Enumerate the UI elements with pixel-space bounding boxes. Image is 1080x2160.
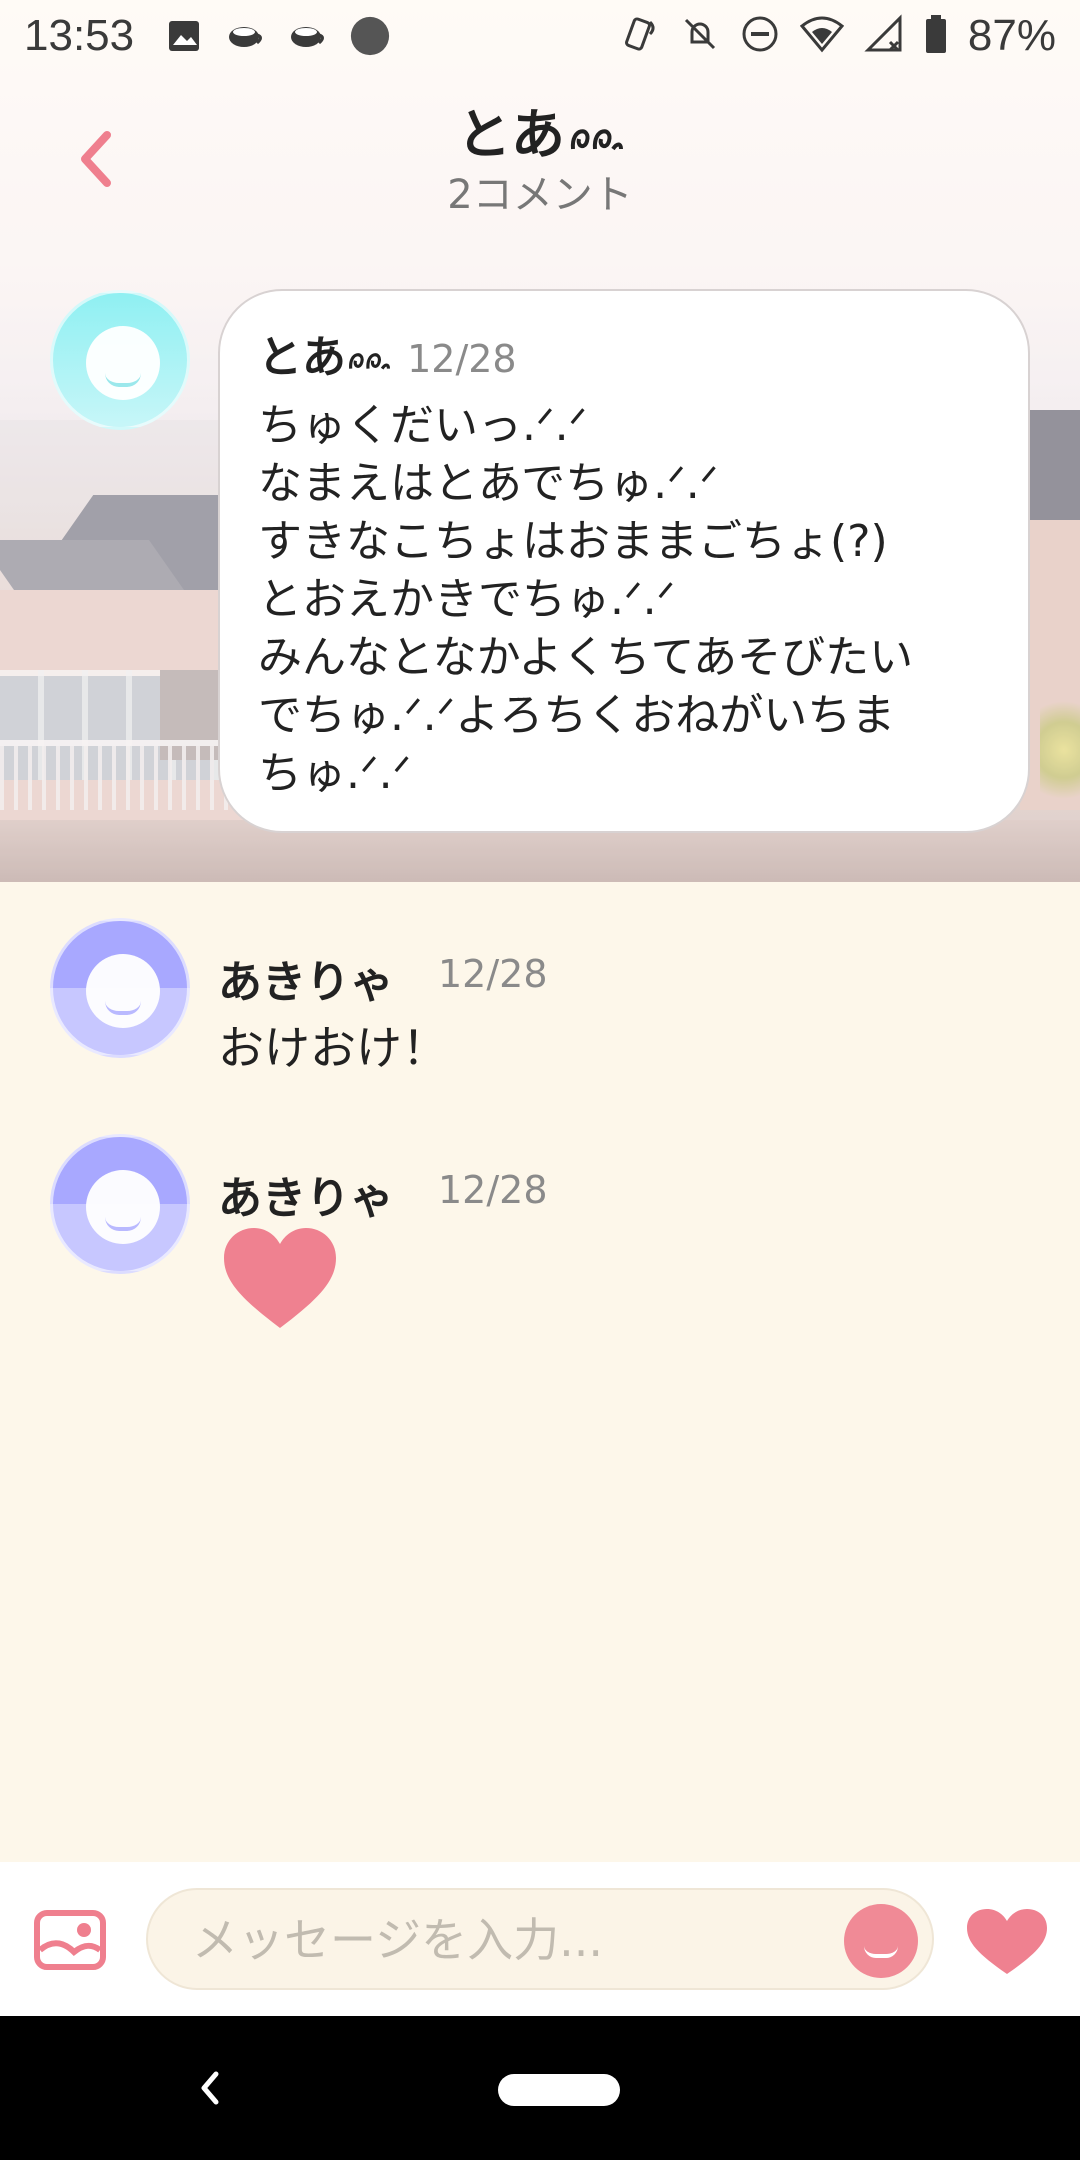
- header: とあ 2コメント: [0, 90, 1080, 220]
- bow-icon: [570, 129, 623, 151]
- wifi-icon: [799, 14, 845, 58]
- heart-icon[interactable]: [964, 1906, 1050, 1978]
- post-body: ちゅくだいっ.ᐟ.ᐟ なまえはとあでちゅ.ᐟ.ᐟ すきなこちょはおままごちょ(?…: [258, 400, 914, 799]
- status-bar: 13:53 87%: [0, 0, 1080, 72]
- cup-icon: [226, 16, 266, 56]
- avatar[interactable]: [50, 290, 190, 430]
- page-title: とあ: [0, 90, 1080, 169]
- chevron-left-icon: [201, 2071, 219, 2105]
- message-input[interactable]: [192, 1890, 752, 1990]
- comment-text: おけおけ！: [218, 1021, 448, 1075]
- post-avatar-wrap: [50, 290, 190, 430]
- comment-date: 12/28: [438, 1168, 548, 1212]
- vibrate-icon: [620, 14, 660, 58]
- signal-icon: [864, 14, 904, 58]
- avatar[interactable]: [50, 918, 190, 1058]
- emoji-button[interactable]: [844, 1904, 918, 1978]
- list-item: あきりゃ 12/28: [50, 1134, 1050, 1354]
- post-author[interactable]: とあ: [258, 321, 390, 385]
- image-attach-icon[interactable]: [34, 1910, 106, 1970]
- comment-date: 12/28: [438, 952, 548, 996]
- system-nav-bar: [0, 2016, 1080, 2160]
- dnd-icon: [740, 14, 780, 58]
- battery-percent: 87%: [967, 11, 1056, 60]
- image-icon: [164, 16, 204, 56]
- list-item: あきりゃ 12/28 おけおけ！: [50, 918, 1050, 1075]
- battery-icon: [924, 14, 948, 58]
- message-input-bar: [0, 1862, 1080, 2016]
- post-bubble: とあ 12/28 ちゅくだいっ.ᐟ.ᐟ なまえはとあでちゅ.ᐟ.ᐟ すきなこちょ…: [218, 289, 1030, 833]
- status-time: 13:53: [24, 11, 135, 60]
- nav-home-button[interactable]: [498, 2074, 620, 2106]
- bow-icon: [349, 353, 390, 370]
- avatar[interactable]: [50, 1134, 190, 1274]
- comment-author[interactable]: あきりゃ: [218, 946, 394, 1010]
- cup-icon: [288, 16, 328, 56]
- circle-icon: [350, 16, 390, 56]
- comment-author[interactable]: あきりゃ: [218, 1162, 394, 1226]
- bell-off-icon: [680, 14, 720, 58]
- nav-back-button[interactable]: [190, 2064, 230, 2112]
- comment-count: 2コメント: [447, 172, 633, 218]
- heart-icon: [224, 1228, 336, 1328]
- message-field-wrap: [146, 1888, 934, 1990]
- smile-icon: [864, 1946, 898, 1958]
- post-date: 12/28: [407, 337, 517, 381]
